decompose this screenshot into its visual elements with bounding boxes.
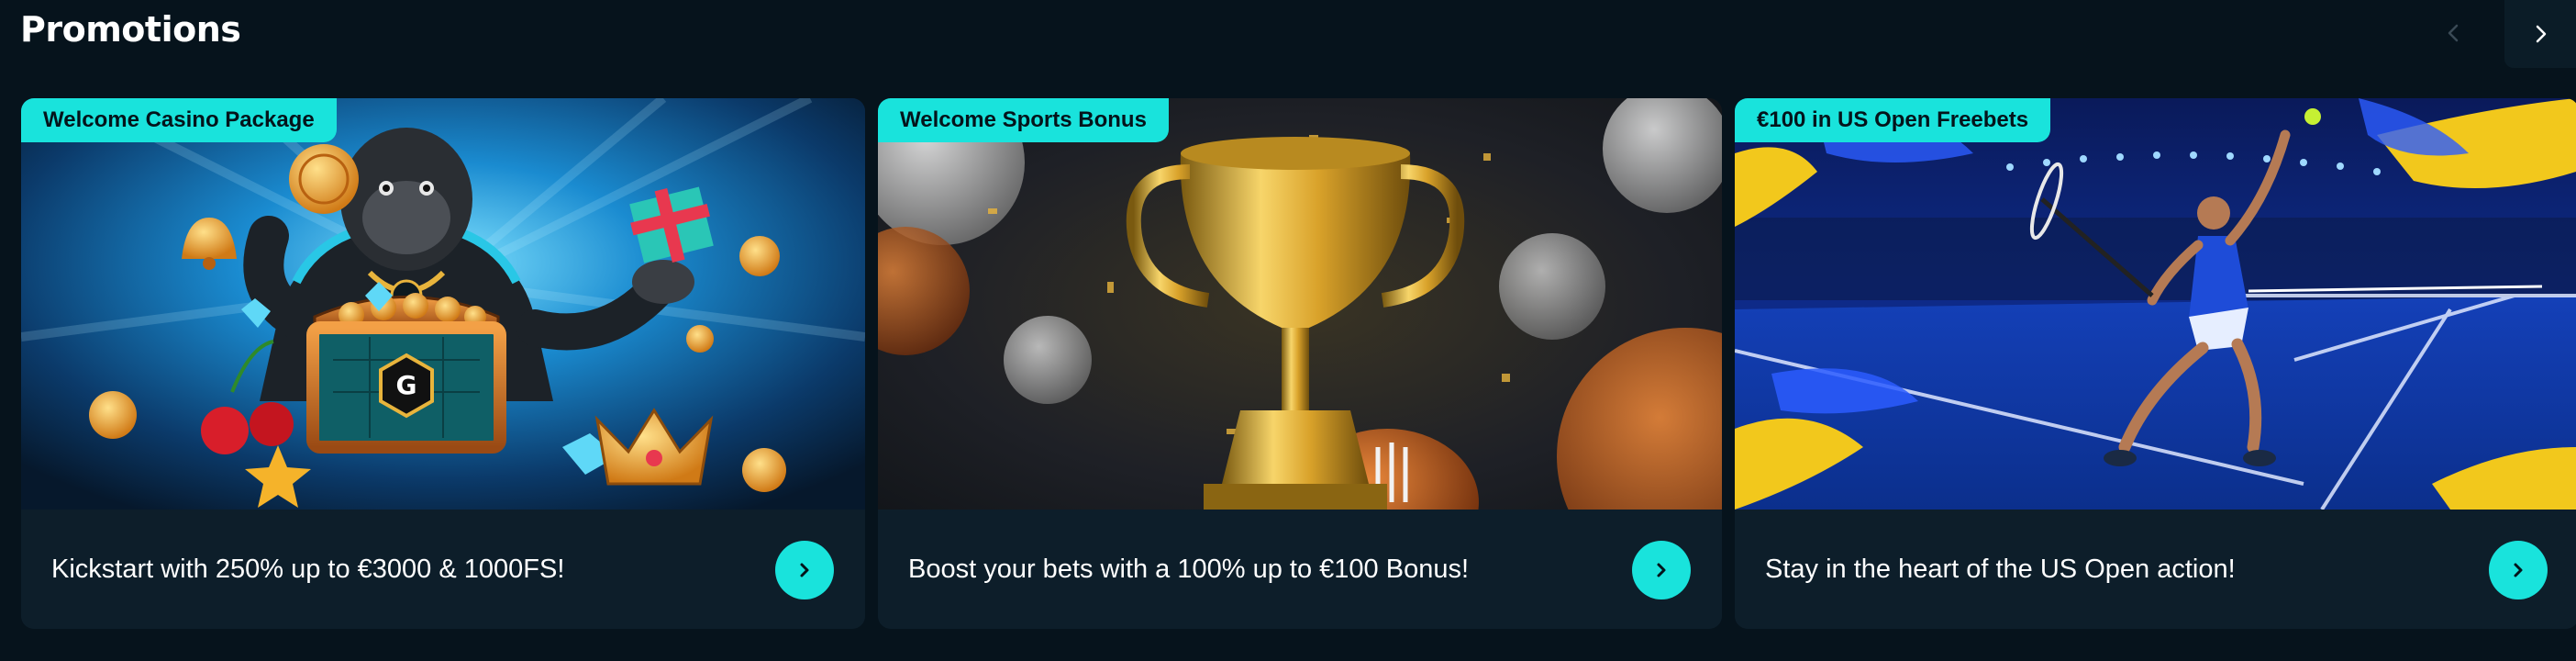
promotions-carousel: G Welcome Casino Package Kickstart with … <box>21 98 2576 629</box>
promotion-open-button[interactable] <box>2489 541 2548 599</box>
promotion-description: Boost your bets with a 100% up to €100 B… <box>908 555 1470 584</box>
promotion-badge: €100 in US Open Freebets <box>1735 98 2051 142</box>
promotion-image-casino: G <box>21 98 865 510</box>
chevron-right-icon <box>2536 25 2547 43</box>
page-title: Promotions <box>20 9 241 50</box>
chevron-right-icon <box>1657 563 1666 577</box>
promotion-open-button[interactable] <box>775 541 834 599</box>
promotion-badge: Welcome Casino Package <box>21 98 337 142</box>
carousel-next-button[interactable] <box>2504 0 2576 68</box>
promotion-footer: Kickstart with 250% up to €3000 & 1000FS… <box>21 510 865 629</box>
promotion-open-button[interactable] <box>1632 541 1691 599</box>
svg-text:G: G <box>396 370 417 400</box>
promotions-header: Promotions <box>0 0 2576 68</box>
carousel-prev-button[interactable] <box>2422 0 2486 66</box>
promotion-footer: Boost your bets with a 100% up to €100 B… <box>878 510 1722 629</box>
chevron-left-icon <box>2448 24 2459 42</box>
promotion-footer: Stay in the heart of the US Open action! <box>1735 510 2576 629</box>
promotion-description: Stay in the heart of the US Open action! <box>1765 555 2236 584</box>
promotion-description: Kickstart with 250% up to €3000 & 1000FS… <box>51 555 565 584</box>
promotion-card-sports[interactable]: Welcome Sports Bonus Boost your bets wit… <box>878 98 1722 629</box>
chevron-right-icon <box>2514 563 2523 577</box>
promotion-badge: Welcome Sports Bonus <box>878 98 1169 142</box>
promotion-card-tennis[interactable]: €100 in US Open Freebets Stay in the hea… <box>1735 98 2576 629</box>
chevron-right-icon <box>800 563 809 577</box>
promotion-image-sports <box>878 98 1722 510</box>
promotion-card-casino[interactable]: G Welcome Casino Package Kickstart with … <box>21 98 865 629</box>
promotion-image-tennis <box>1735 98 2576 510</box>
